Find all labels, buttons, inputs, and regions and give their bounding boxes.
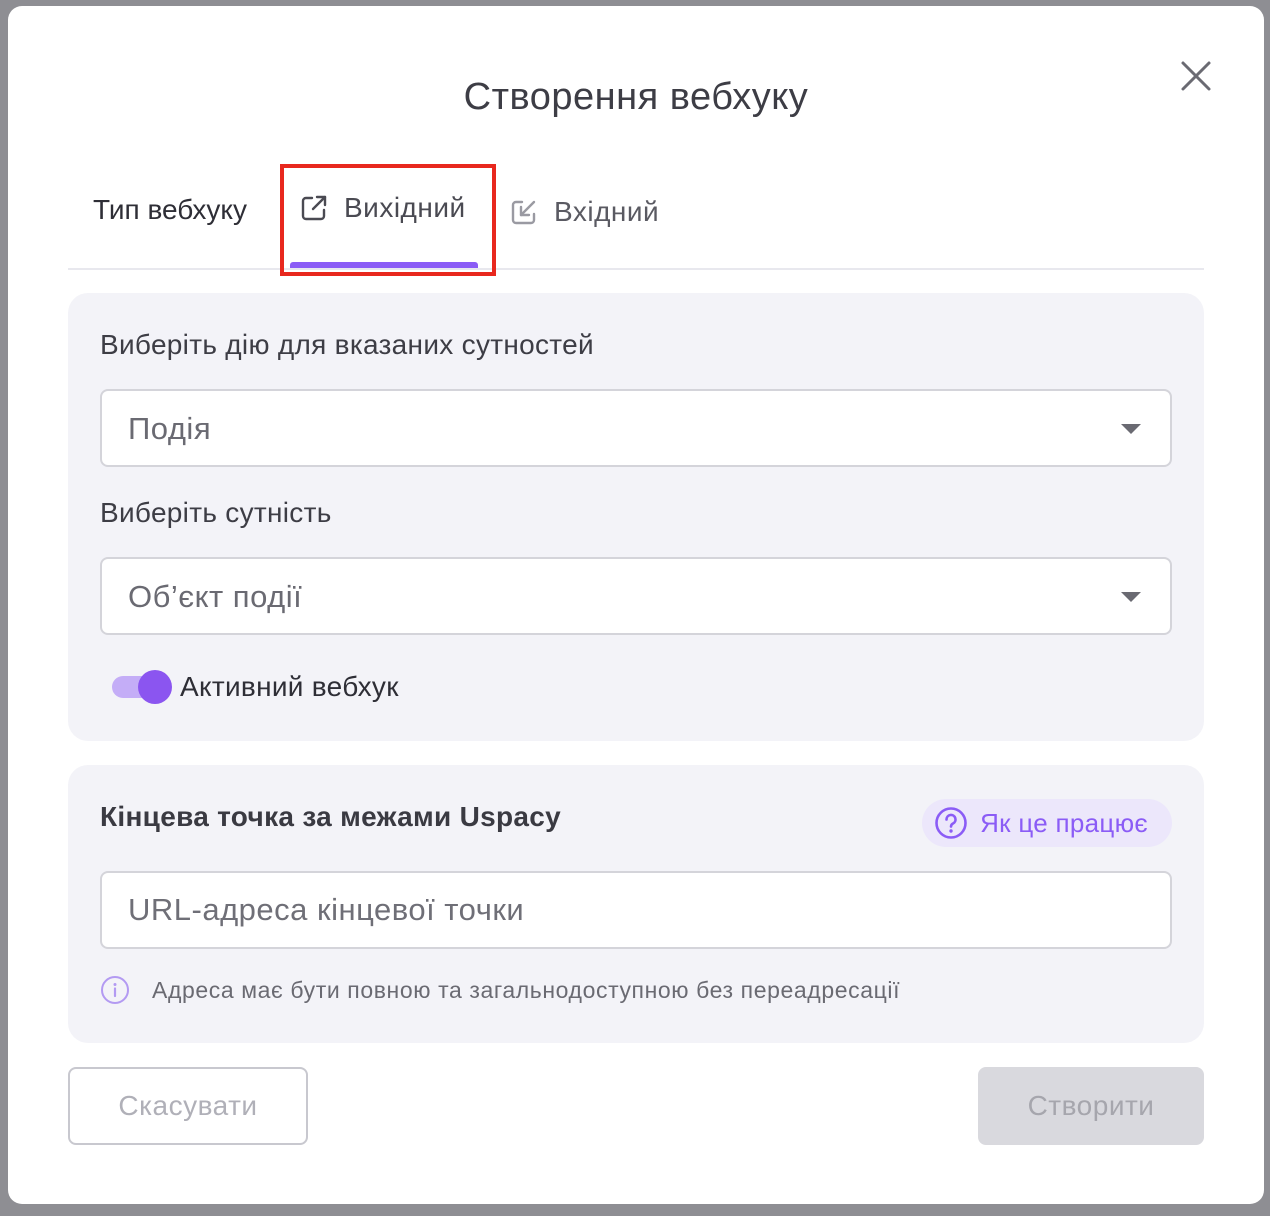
tab-outgoing-label: Вихідний — [344, 192, 466, 223]
endpoint-section-title: Кінцева точка за межами Uspacy — [100, 801, 562, 832]
how-it-works-button[interactable]: Як це працює — [922, 799, 1172, 847]
trigger-settings-panel: Виберіть дію для вказаних сутностей Поді… — [68, 293, 1204, 741]
active-tab-indicator — [290, 262, 478, 268]
cancel-button[interactable]: Скасувати — [68, 1067, 308, 1145]
webhook-type-label: Тип вебхуку — [93, 194, 247, 225]
chevron-down-icon — [1121, 592, 1141, 602]
endpoint-panel: Кінцева точка за межами Uspacy Як це пра… — [68, 765, 1204, 1043]
tab-incoming[interactable]: Вхідний — [508, 166, 659, 268]
question-circle-icon — [935, 807, 967, 839]
how-it-works-label: Як це працює — [980, 807, 1148, 838]
incoming-arrow-icon — [511, 200, 536, 225]
tab-incoming-label: Вхідний — [554, 196, 660, 227]
tab-outgoing[interactable]: Вихідний — [280, 164, 496, 276]
webhook-type-tabs: Тип вебхуку Вихідний Вхідний — [68, 164, 1204, 276]
entity-select[interactable]: Об’єкт події — [100, 557, 1172, 635]
endpoint-url-input[interactable] — [100, 871, 1172, 949]
create-webhook-dialog: Створення вебхуку Тип вебхуку Вихідний В… — [8, 6, 1264, 1204]
info-icon — [101, 976, 129, 1004]
toggle-knob — [138, 670, 172, 704]
create-button[interactable]: Створити — [978, 1067, 1204, 1145]
active-webhook-toggle[interactable] — [112, 668, 174, 704]
active-webhook-label: Активний вебхук — [180, 671, 399, 702]
event-select[interactable]: Подія — [100, 389, 1172, 467]
event-select-value: Подія — [128, 411, 212, 446]
chevron-down-icon — [1121, 424, 1141, 434]
entity-select-label: Виберіть сутність — [100, 497, 332, 528]
action-select-label: Виберіть дію для вказаних сутностей — [100, 329, 594, 360]
endpoint-hint: Адреса має бути повною та загальнодоступ… — [100, 975, 900, 1005]
dialog-title: Створення вебхуку — [463, 76, 809, 118]
endpoint-hint-text: Адреса має бути повною та загальнодоступ… — [152, 976, 901, 1003]
entity-select-value: Об’єкт події — [128, 579, 303, 614]
external-link-icon — [301, 195, 327, 221]
